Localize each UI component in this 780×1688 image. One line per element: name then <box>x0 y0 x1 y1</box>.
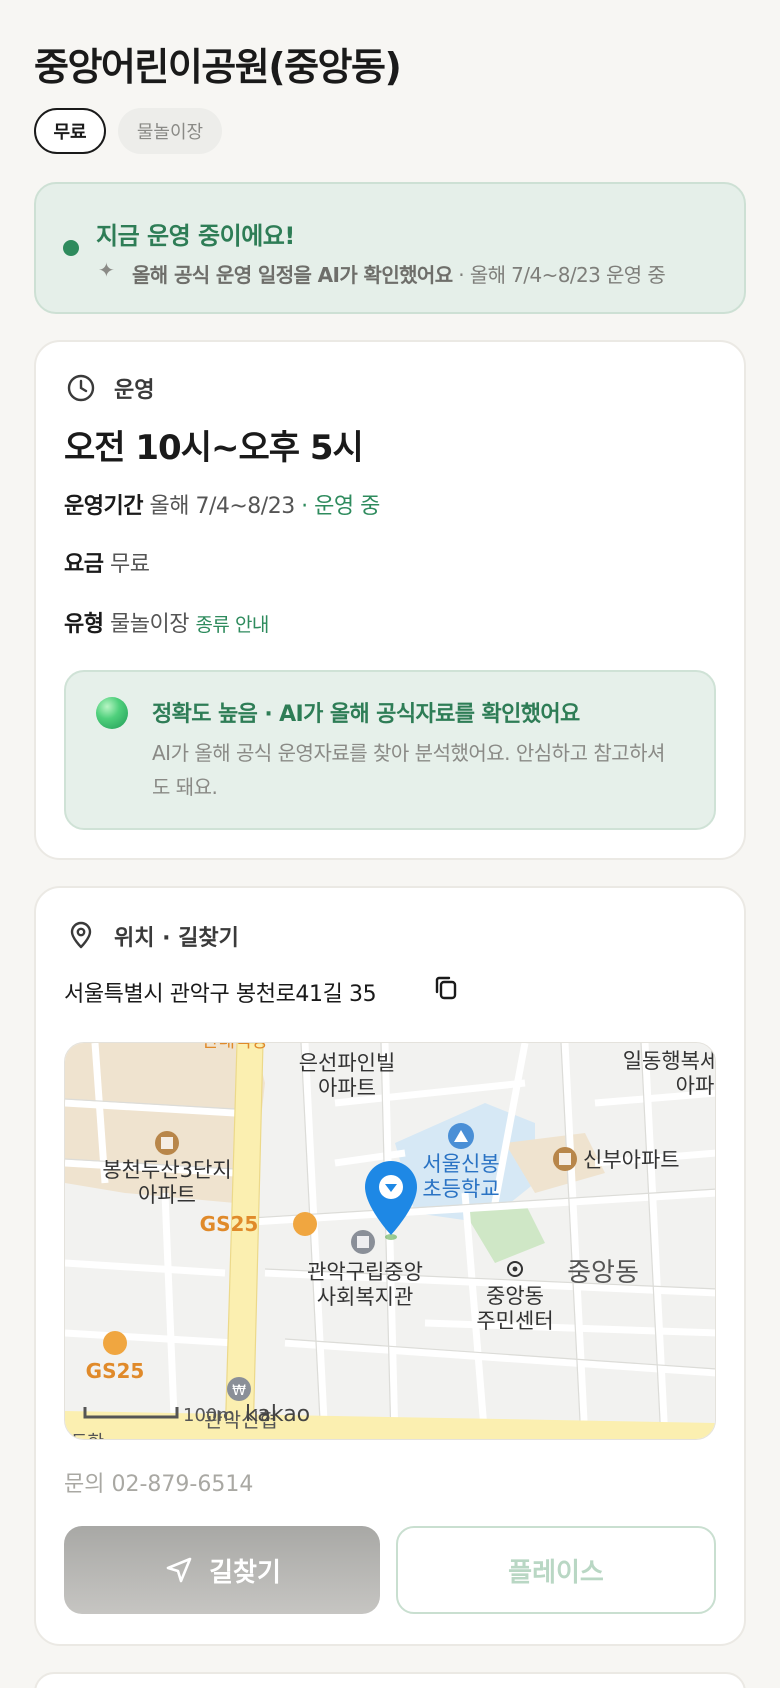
svg-text:주민센터: 주민센터 <box>476 1309 553 1333</box>
status-subtitle: 올해 공식 운영 일정을 AI가 확인했어요 · 올해 7/4~8/23 운영 … <box>132 259 666 288</box>
convenience-store-icon <box>293 1212 317 1236</box>
hours-section-label: 운영 <box>114 378 155 403</box>
status-title: 지금 운영 중이에요! <box>96 222 295 250</box>
accuracy-title: 정확도 높음 · AI가 올해 공식자료를 확인했어요 <box>152 702 580 727</box>
svg-text:₩: ₩ <box>232 1383 246 1399</box>
navigation-arrow-icon <box>166 1557 192 1583</box>
svg-text:일동행복세: 일동행복세 <box>623 1049 716 1073</box>
accuracy-orb-icon <box>96 697 128 729</box>
next-card <box>34 1672 746 1688</box>
svg-text:초등학교: 초등학교 <box>422 1177 499 1201</box>
accuracy-description: AI가 올해 공식 운영자료를 찾아 분석했어요. 안심하고 참고하셔도 돼요. <box>152 741 665 799</box>
type-guide-link[interactable]: 종류 안내 <box>195 614 269 636</box>
place-button[interactable]: 플레이스 <box>396 1526 716 1614</box>
svg-text:신부아파트: 신부아파트 <box>583 1148 680 1172</box>
map-canvas[interactable]: 은선파인빌 아파트 관태식당 일동행복세 아파 봉천두산3단지 아파트 서울신봉… <box>65 1043 716 1440</box>
address-text: 서울특별시 관악구 봉천로41길 35 <box>64 982 377 1007</box>
map-label-cut-top: 관태식당 <box>202 1043 268 1052</box>
map-view[interactable]: 은선파인빌 아파트 관태식당 일동행복세 아파 봉천두산3단지 아파트 서울신봉… <box>64 1042 716 1440</box>
fee-key: 요금 <box>64 552 104 577</box>
period-key: 운영기간 <box>64 494 143 519</box>
svg-text:GS25: GS25 <box>200 1212 259 1236</box>
status-dot-icon <box>63 240 79 256</box>
page-title: 중앙어린이공원(중앙동) <box>34 45 402 89</box>
svg-text:관악구립중앙: 관악구립중앙 <box>307 1260 423 1284</box>
type-key: 유형 <box>64 612 104 637</box>
svg-text:GS25: GS25 <box>86 1359 145 1383</box>
map-pin-icon <box>70 921 92 949</box>
fee-row: 요금 무료 <box>64 546 150 578</box>
map-poi-apt4: 신부아파트 <box>553 1147 680 1172</box>
type-row: 유형 물놀이장 종류 안내 <box>64 606 269 638</box>
convenience-store-icon-2 <box>103 1331 127 1355</box>
clock-icon <box>67 374 95 402</box>
svg-text:서울신봉: 서울신봉 <box>422 1152 499 1176</box>
status-sub-rest: · 올해 7/4~8/23 운영 중 <box>452 263 666 287</box>
period-status: · 운영 중 <box>294 494 380 519</box>
hours-main: 오전 10시~오후 5시 <box>64 428 364 468</box>
status-sub-bold: 올해 공식 운영 일정을 AI가 확인했어요 <box>132 263 453 287</box>
contact-phone[interactable]: 문의 02-879-6514 <box>64 1466 253 1498</box>
type-value: 물놀이장 <box>109 612 189 637</box>
svg-text:아파: 아파 <box>676 1074 715 1098</box>
place-button-label: 플레이스 <box>508 1557 604 1588</box>
fee-value: 무료 <box>109 552 150 577</box>
svg-text:중앙동: 중앙동 <box>486 1284 544 1308</box>
location-section-label: 위치 · 길찾기 <box>114 926 239 951</box>
period-row: 운영기간 올해 7/4~8/23 · 운영 중 <box>64 488 380 520</box>
chip-type[interactable]: 물놀이장 <box>118 108 222 154</box>
svg-text:100m: 100m <box>183 1405 235 1426</box>
svg-text:아파트: 아파트 <box>138 1183 196 1207</box>
map-district-label: 중앙동 <box>567 1258 639 1288</box>
directions-button[interactable]: 길찾기 <box>64 1526 380 1614</box>
period-value: 올해 7/4~8/23 <box>149 494 295 519</box>
svg-text:봉천두산3단지: 봉천두산3단지 <box>102 1158 231 1182</box>
svg-text:아파트: 아파트 <box>318 1076 376 1100</box>
map-brand-logo: kakao <box>245 1402 310 1427</box>
sparkle-icon: ✦ <box>98 258 115 282</box>
chip-free[interactable]: 무료 <box>34 108 106 154</box>
svg-text:은선파인빌: 은선파인빌 <box>299 1051 396 1075</box>
copy-icon[interactable] <box>432 974 460 1002</box>
directions-button-label: 길찾기 <box>209 1557 281 1588</box>
svg-text:사회복지관: 사회복지관 <box>317 1285 414 1309</box>
